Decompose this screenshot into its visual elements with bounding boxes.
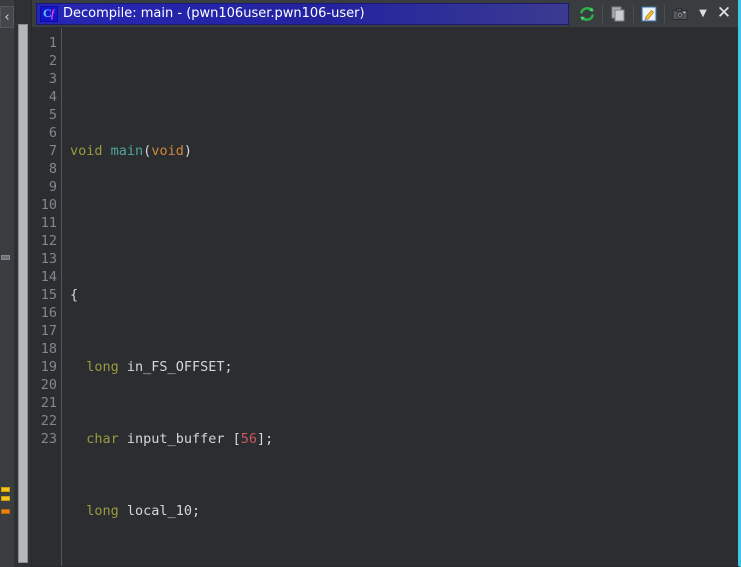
code-line-4[interactable]: { — [70, 286, 738, 304]
line-number: 2 — [48, 53, 57, 69]
line-number: 10 — [40, 197, 57, 213]
line-number: 14 — [40, 269, 57, 285]
line-number: 15 — [40, 287, 57, 303]
line-number: 1 — [48, 35, 57, 51]
line-number: 21 — [40, 395, 57, 411]
snapshot-button[interactable] — [666, 2, 694, 26]
code-line-1[interactable] — [70, 70, 738, 88]
window-titlebar: C f Decompile: main - (pwn106user.pwn106… — [32, 0, 738, 28]
code-line-6[interactable]: char input_buffer [56]; — [70, 430, 738, 448]
dock-marker-orange[interactable] — [1, 509, 10, 514]
line-number: 11 — [40, 215, 57, 231]
decompile-window: C f Decompile: main - (pwn106user.pwn106… — [32, 0, 741, 567]
line-number: 6 — [48, 125, 57, 141]
left-dock-strip: ‹ — [0, 0, 15, 567]
code-line-5[interactable]: long in_FS_OFFSET; — [70, 358, 738, 376]
tok-num-56[interactable]: 56 — [241, 431, 257, 447]
line-number: 3 — [48, 71, 57, 87]
dock-marker-yellow-2[interactable] — [1, 496, 10, 501]
edit-signature-button[interactable] — [635, 2, 663, 26]
line-number: 8 — [48, 161, 57, 177]
toolbar-separator-1 — [602, 4, 603, 23]
decompiler-code-area[interactable]: 1 2 3 4 5 6 7 8 9 10 11 12 13 14 15 16 1… — [32, 28, 738, 566]
decompiled-source[interactable]: void main(void) { long in_FS_OFFSET; cha… — [62, 28, 738, 566]
tok-var-input-buffer[interactable]: input_buffer — [127, 431, 225, 447]
tok-type-long: long — [86, 503, 119, 519]
refresh-icon — [580, 6, 594, 21]
toolbar-separator-2 — [633, 4, 634, 23]
collapse-panel-button[interactable]: ‹ — [0, 6, 14, 28]
tok-type-char: char — [86, 431, 119, 447]
tok-var-local-10[interactable]: local_10 — [127, 503, 192, 519]
line-number: 20 — [40, 377, 57, 393]
tok-fn-main[interactable]: main — [111, 143, 144, 159]
icon-letter-f: f — [51, 8, 55, 20]
code-line-3[interactable] — [70, 214, 738, 232]
copy-button[interactable] — [604, 2, 632, 26]
titlebar-title-area[interactable]: C f Decompile: main - (pwn106user.pwn106… — [36, 2, 569, 25]
edit-pencil-icon — [641, 6, 657, 21]
vertical-overview-scrollbar[interactable] — [15, 0, 32, 567]
code-line-7[interactable]: long local_10; — [70, 502, 738, 520]
refresh-button[interactable] — [573, 2, 601, 26]
scrollbar-thumb[interactable] — [18, 24, 28, 563]
window-title: Decompile: main - (pwn106user.pwn106-use… — [63, 6, 365, 21]
line-number: 13 — [40, 251, 57, 267]
line-number: 12 — [40, 233, 57, 249]
line-number: 22 — [40, 413, 57, 429]
line-number: 5 — [48, 107, 57, 123]
tok-type-long: long — [86, 359, 119, 375]
code-line-2[interactable]: void main(void) — [70, 142, 738, 160]
line-number: 7 — [48, 143, 57, 159]
camera-icon — [672, 7, 688, 20]
tok-var-in-fs-offset[interactable]: in_FS_OFFSET — [127, 359, 225, 375]
line-number: 19 — [40, 359, 57, 375]
close-button[interactable]: ✕ — [712, 2, 736, 26]
line-number: 9 — [48, 179, 57, 195]
decompiler-c-function-icon: C f — [40, 5, 58, 22]
toolbar-separator-3 — [664, 4, 665, 23]
tok-type-void: void — [70, 143, 103, 159]
line-number: 23 — [40, 431, 57, 447]
toolbar-menu-caret[interactable]: ▼ — [694, 2, 712, 26]
line-number-gutter: 1 2 3 4 5 6 7 8 9 10 11 12 13 14 15 16 1… — [32, 28, 62, 566]
line-number: 17 — [40, 323, 57, 339]
tok-brace-open: { — [70, 287, 79, 303]
titlebar-toolbar: ▼ ✕ — [573, 2, 736, 26]
line-number: 4 — [48, 89, 57, 105]
dock-marker-yellow-1[interactable] — [1, 487, 10, 492]
copy-icon — [611, 6, 625, 21]
dock-marker-gray[interactable] — [1, 255, 10, 260]
line-number: 16 — [40, 305, 57, 321]
decompiler-window-root: ‹ C f Decompile: main - (pwn106user.pwn1… — [0, 0, 741, 567]
tok-kw-void: void — [151, 143, 184, 159]
line-number: 18 — [40, 341, 57, 357]
